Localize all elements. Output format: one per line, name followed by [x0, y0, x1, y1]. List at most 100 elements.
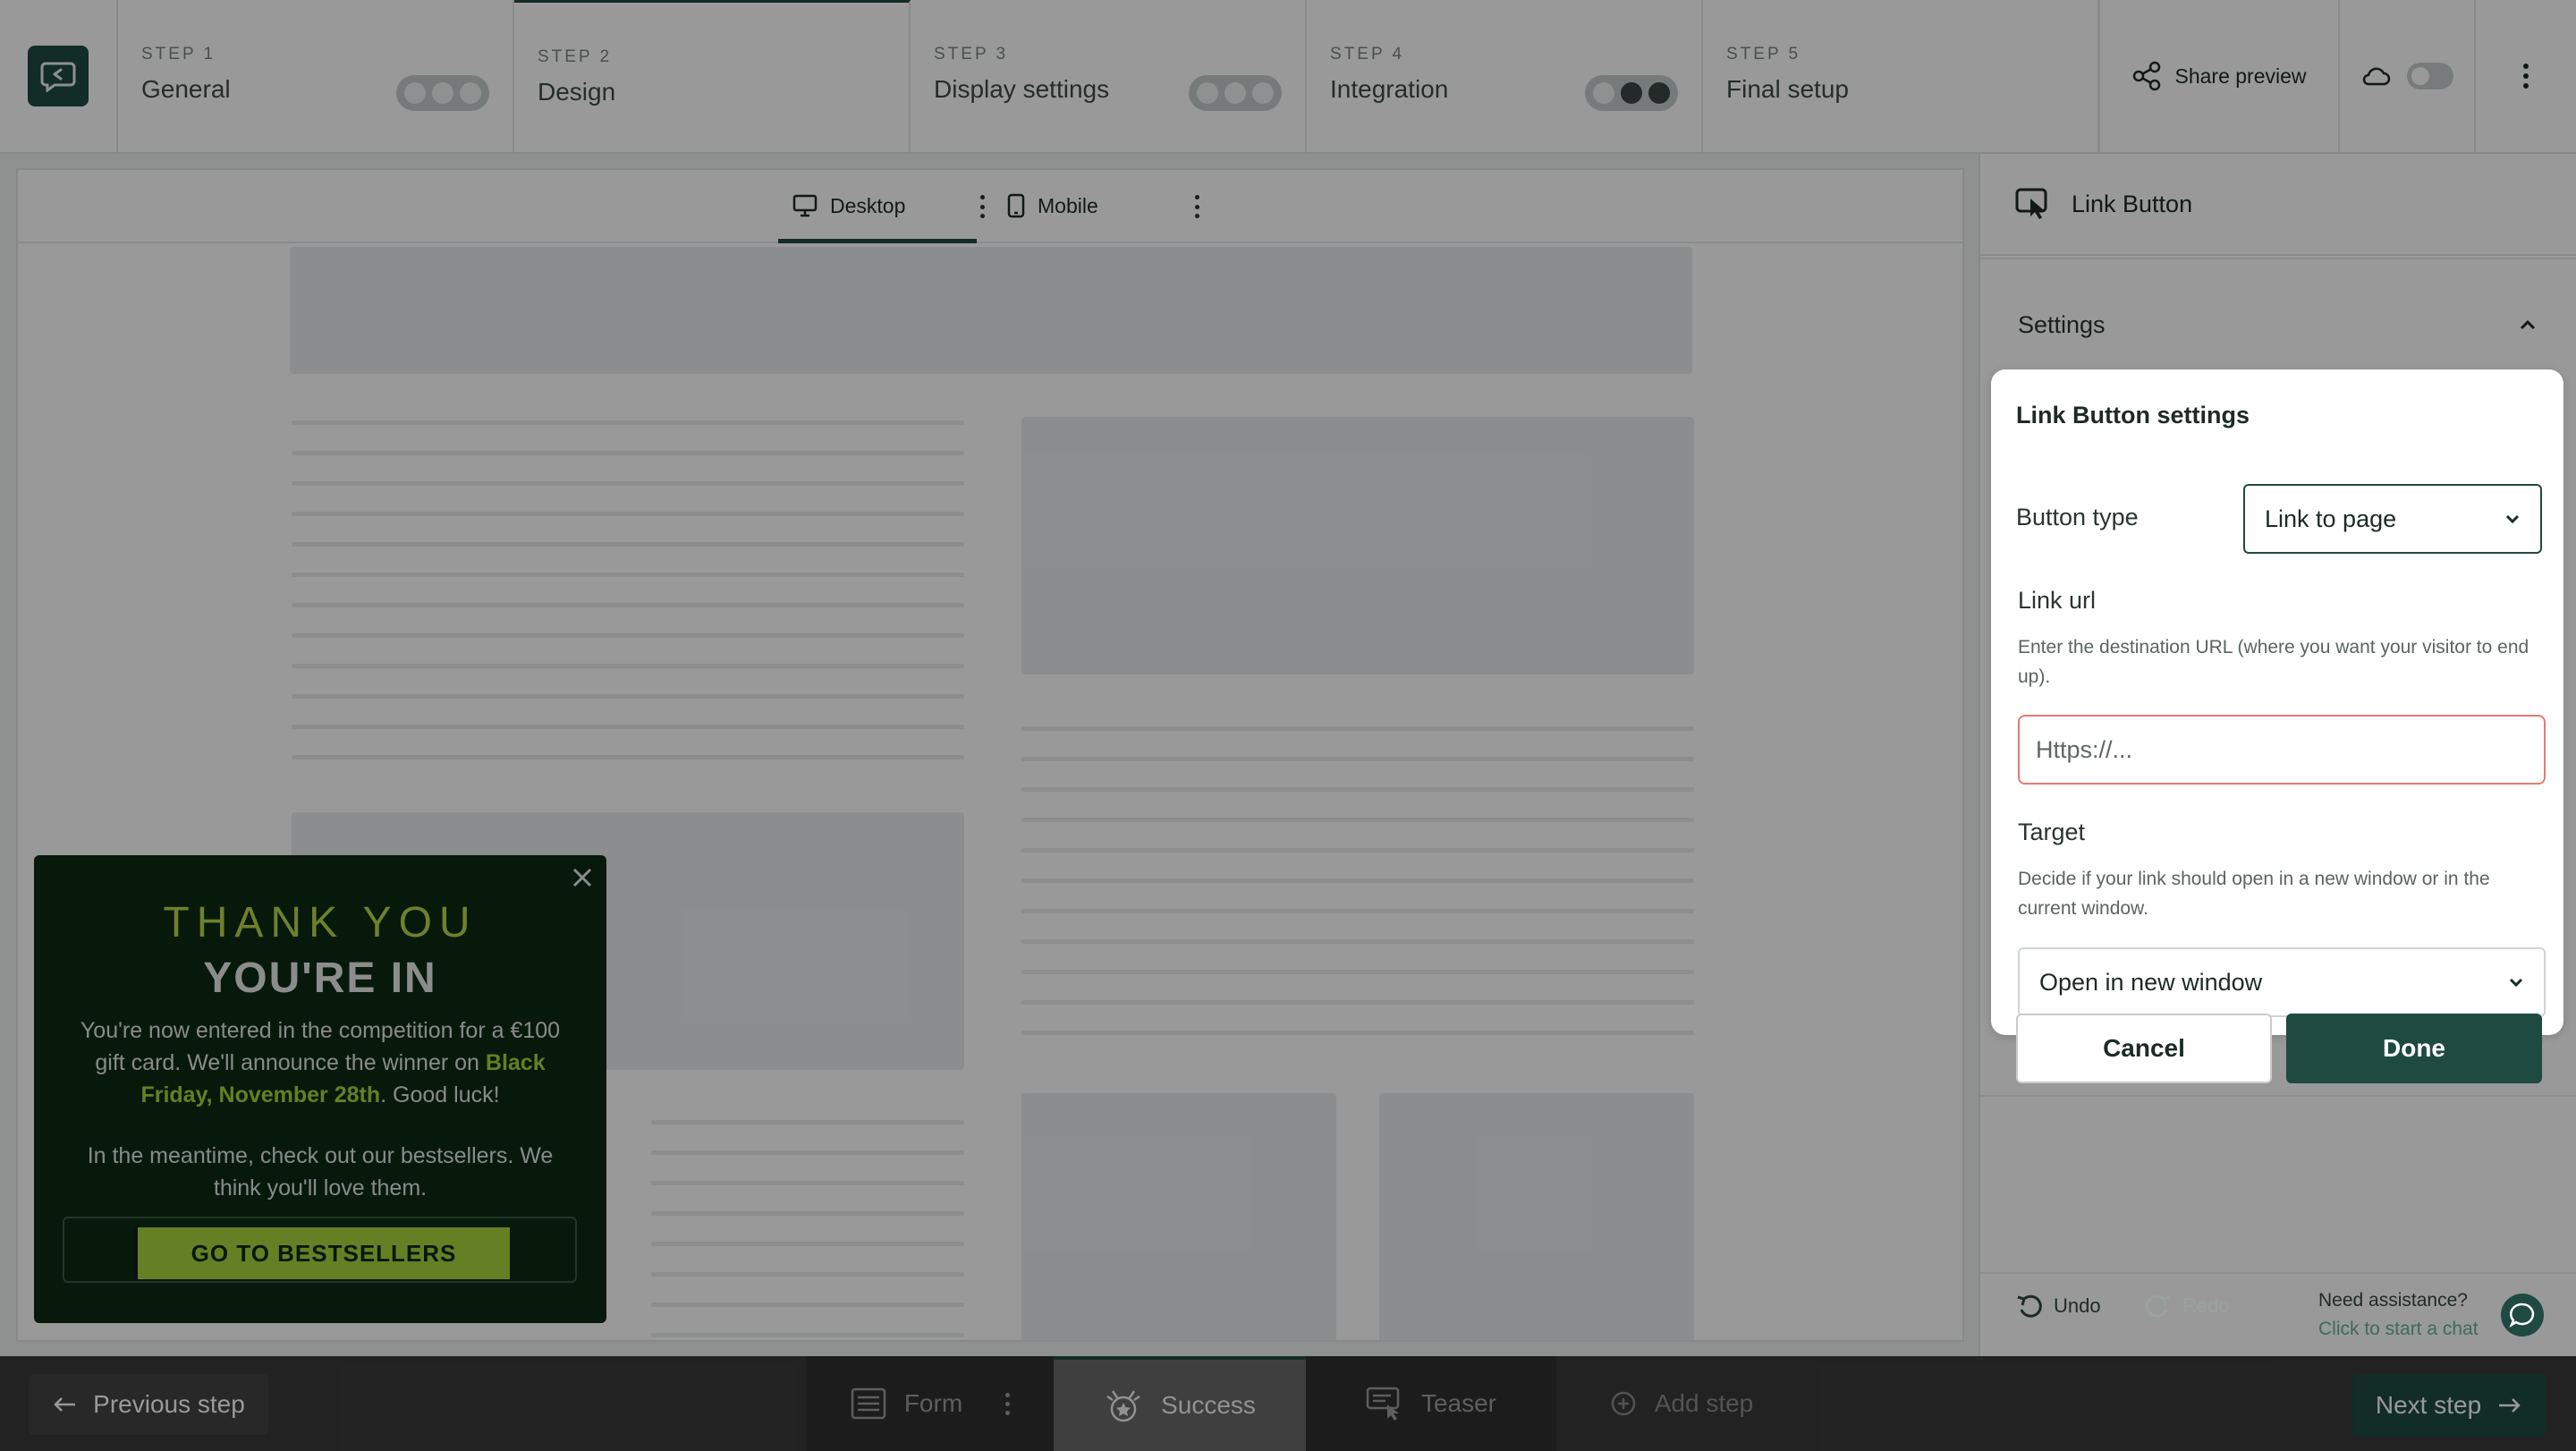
next-step-button[interactable]: Next step [2352, 1374, 2546, 1437]
form-options-icon[interactable] [1005, 1392, 1011, 1415]
device-tabs: Desktop Mobile [18, 170, 1962, 243]
target-help: Decide if your link should open in a new… [2018, 869, 2490, 919]
step-number: STEP 1 [141, 45, 216, 64]
placeholder-line [292, 725, 964, 729]
placeholder-line [292, 694, 964, 699]
tab-mobile[interactable]: Mobile [1007, 170, 1098, 242]
add-step-button[interactable]: Add step [1556, 1356, 1807, 1451]
target-select[interactable]: Open in new window [2018, 947, 2546, 1017]
previous-step-button[interactable]: Previous step [29, 1374, 268, 1435]
placeholder-line [651, 1211, 964, 1216]
desktop-options-button[interactable] [973, 191, 991, 222]
more-menu-button[interactable] [2476, 0, 2576, 152]
tab-desktop[interactable]: Desktop [777, 170, 978, 243]
mobile-icon [1007, 193, 1025, 218]
logo-cell [0, 0, 118, 152]
step-number: STEP 4 [1330, 45, 1405, 64]
placeholder-header [290, 247, 1692, 374]
target-label: Target [2018, 819, 2086, 845]
step-number: STEP 2 [538, 47, 613, 66]
teaser-icon [1366, 1387, 1400, 1421]
assist-link[interactable]: Click to start a chat [2318, 1315, 2479, 1344]
button-type-value: Link to page [2265, 505, 2397, 532]
placeholder-line [292, 664, 964, 668]
assist-title: Need assistance? [2318, 1290, 2468, 1311]
link-url-label: Link url [2018, 587, 2097, 614]
placeholder-line [651, 1242, 964, 1246]
placeholder-line [651, 1150, 964, 1155]
step-design[interactable]: STEP 2 Design [514, 0, 911, 152]
button-type-select[interactable]: Link to page [2243, 484, 2542, 554]
form-icon [851, 1387, 886, 1420]
undo-button[interactable]: Undo [2016, 1294, 2101, 1319]
chat-bubble-logo-icon [40, 62, 76, 92]
step-status-indicator [1585, 75, 1678, 111]
placeholder-line [1021, 878, 1694, 883]
link-button-settings-card: Link Button settings Button type Link to… [1991, 369, 2563, 1035]
placeholder-line [651, 1181, 964, 1185]
placeholder-line [1021, 939, 1694, 944]
settings-section-toggle[interactable]: Settings [1980, 292, 2576, 358]
panel-header: Link Button [1980, 154, 2576, 256]
step-final-setup[interactable]: STEP 5 Final setup [1703, 0, 2099, 152]
placeholder-line [292, 420, 964, 425]
redo-icon [2146, 1294, 2171, 1318]
step-display-settings[interactable]: STEP 3 Display settings [911, 0, 1307, 152]
placeholder-line [651, 1120, 964, 1124]
assistance-block[interactable]: Need assistance? Click to start a chat [2318, 1286, 2479, 1344]
redo-button[interactable]: Redo [2145, 1294, 2230, 1319]
step-status-indicator [1189, 75, 1282, 111]
placeholder-line [1021, 1000, 1694, 1005]
placeholder-line [651, 1303, 964, 1307]
cloud-icon [2362, 67, 2391, 86]
popup-subheading: YOU'RE IN [203, 955, 437, 1002]
trophy-star-icon [1106, 1390, 1140, 1422]
go-to-bestsellers-button[interactable]: GO TO BESTSELLERS [134, 1227, 510, 1279]
step-integration[interactable]: STEP 4 Integration [1307, 0, 1703, 152]
step-status-indicator [396, 75, 489, 111]
settings-section-label: Settings [2018, 310, 2106, 338]
share-icon [2133, 61, 2161, 91]
placeholder-card [1021, 1093, 1336, 1340]
placeholder-line [1021, 757, 1694, 761]
next-step-label: Next step [2375, 1391, 2482, 1419]
step-number: STEP 5 [1726, 45, 1801, 64]
done-button[interactable]: Done [2286, 1014, 2542, 1083]
placeholder-line [292, 512, 964, 516]
placeholder-line [292, 633, 964, 638]
share-preview-button[interactable]: Share preview [2098, 0, 2340, 152]
flow-step-teaser[interactable]: Teaser [1306, 1356, 1556, 1451]
placeholder-line [292, 603, 964, 607]
plus-circle-icon [1611, 1391, 1635, 1416]
step-general[interactable]: STEP 1 General [118, 0, 514, 152]
redo-label: Redo [2182, 1294, 2230, 1317]
placeholder-line [292, 451, 964, 455]
step-number: STEP 3 [934, 45, 1009, 64]
chat-button[interactable] [2501, 1294, 2544, 1336]
kebab-menu-icon [2523, 64, 2529, 89]
target-value: Open in new window [2039, 968, 2263, 996]
placeholder-card [1379, 1093, 1694, 1340]
app-logo[interactable] [28, 46, 89, 106]
popup-close-button[interactable] [567, 862, 597, 893]
flow-step-form[interactable]: Form [807, 1356, 1054, 1451]
link-url-input[interactable] [2018, 715, 2546, 785]
placeholder-line [292, 542, 964, 547]
cancel-button[interactable]: Cancel [2016, 1014, 2272, 1083]
chat-icon [2509, 1303, 2535, 1328]
chevron-down-icon [2509, 978, 2523, 988]
mobile-options-button[interactable] [1188, 191, 1206, 222]
undo-label: Undo [2054, 1294, 2101, 1317]
panel-title: Link Button [2072, 190, 2193, 217]
share-preview-label: Share preview [2174, 64, 2307, 88]
placeholder-line [292, 755, 964, 759]
desktop-icon [792, 194, 818, 217]
autosave-toggle[interactable] [2407, 63, 2453, 89]
tab-mobile-label: Mobile [1038, 193, 1098, 217]
flow-step-success[interactable]: Success [1054, 1356, 1306, 1451]
placeholder-line [292, 573, 964, 577]
card-title: Link Button settings [2016, 402, 2250, 429]
cta-button-frame: GO TO BESTSELLERS [63, 1217, 577, 1283]
success-popup-preview[interactable]: THANK YOU YOU'RE IN You're now entered i… [34, 855, 606, 1323]
link-url-help: Enter the destination URL (where you wan… [2018, 637, 2529, 687]
